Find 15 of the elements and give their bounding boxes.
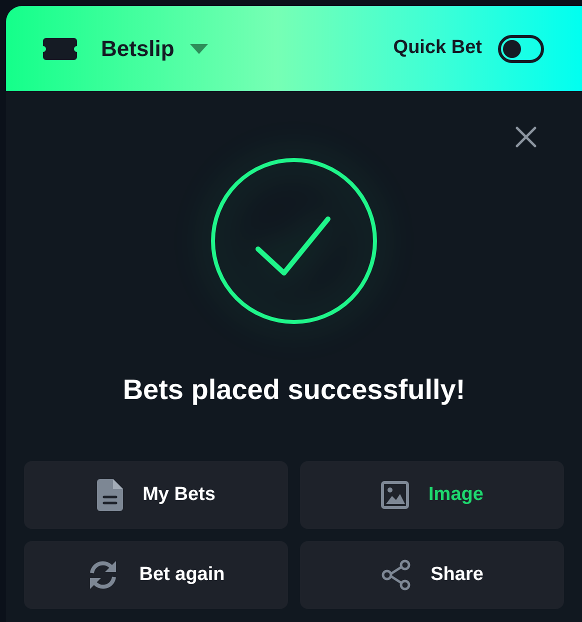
action-button[interactable]: Image [300, 461, 564, 530]
caret-icon[interactable] [190, 44, 208, 54]
document-icon [96, 479, 123, 512]
quick-bet-label: Quick Bet [393, 36, 482, 60]
action-button[interactable]: My Bets [24, 461, 288, 530]
close-button[interactable] [514, 125, 538, 149]
betslip-title[interactable]: Betslip [101, 32, 174, 65]
action-button[interactable]: Share [300, 541, 564, 610]
image-icon [380, 481, 409, 510]
ticket-icon [43, 38, 77, 60]
share-icon [380, 559, 411, 592]
quick-bet-toggle[interactable] [498, 34, 544, 62]
success-check-icon [210, 157, 378, 326]
success-message: Bets placed successfully! [122, 373, 466, 408]
action-button[interactable]: Bet again [24, 541, 288, 610]
